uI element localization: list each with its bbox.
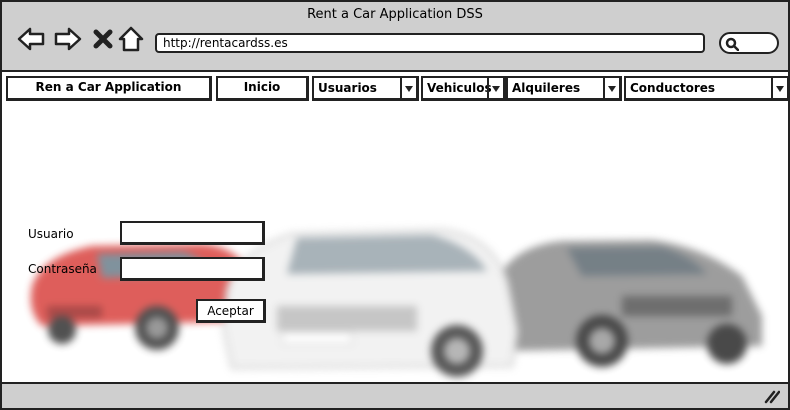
browser-window: Rent a Car Application DSS http://rentac… (0, 0, 790, 410)
chevron-down-icon[interactable] (603, 78, 619, 99)
menu-app-title[interactable]: Ren a Car Application (6, 76, 212, 101)
window-title: Rent a Car Application DSS (307, 7, 483, 22)
menu-conductores[interactable]: Conductores (624, 76, 790, 101)
menu-vehiculos[interactable]: Vehiculos (421, 76, 506, 101)
white-car-image (222, 228, 519, 377)
search-box[interactable] (719, 32, 779, 54)
accept-button[interactable]: Aceptar (196, 299, 266, 323)
browser-chrome: Rent a Car Application DSS http://rentac… (2, 2, 788, 72)
chevron-down-icon[interactable] (771, 78, 787, 99)
menu-usuarios-label: Usuarios (318, 81, 377, 95)
menu-alquileres[interactable]: Alquileres (506, 76, 622, 101)
menu-alquileres-label: Alquileres (512, 81, 581, 95)
chevron-down-icon[interactable] (487, 78, 503, 99)
main-content: Usuario Contraseña Aceptar (2, 106, 788, 382)
chevron-down-icon[interactable] (400, 78, 416, 99)
close-icon (93, 29, 113, 49)
username-label: Usuario (28, 227, 74, 241)
gray-car-image (495, 240, 762, 367)
menu-vehiculos-label: Vehiculos (427, 81, 492, 95)
status-bar (2, 382, 788, 408)
menu-inicio[interactable]: Inicio (216, 76, 309, 101)
search-icon (725, 37, 739, 51)
menu-usuarios[interactable]: Usuarios (312, 76, 419, 101)
forward-button[interactable] (53, 24, 83, 54)
username-input[interactable] (120, 221, 265, 245)
arrow-right-icon (54, 27, 82, 51)
home-button[interactable] (116, 24, 146, 54)
password-label: Contraseña (28, 262, 97, 276)
resize-grip-icon[interactable] (764, 390, 780, 404)
menu-bar: Ren a Car Application Inicio Usuarios Ve… (2, 74, 790, 104)
stop-button[interactable] (88, 24, 118, 54)
arrow-left-icon (17, 27, 45, 51)
url-bar[interactable]: http://rentacardss.es (155, 33, 705, 53)
password-input[interactable] (120, 257, 265, 281)
back-button[interactable] (16, 24, 46, 54)
menu-conductores-label: Conductores (630, 81, 716, 95)
home-icon (118, 26, 144, 52)
